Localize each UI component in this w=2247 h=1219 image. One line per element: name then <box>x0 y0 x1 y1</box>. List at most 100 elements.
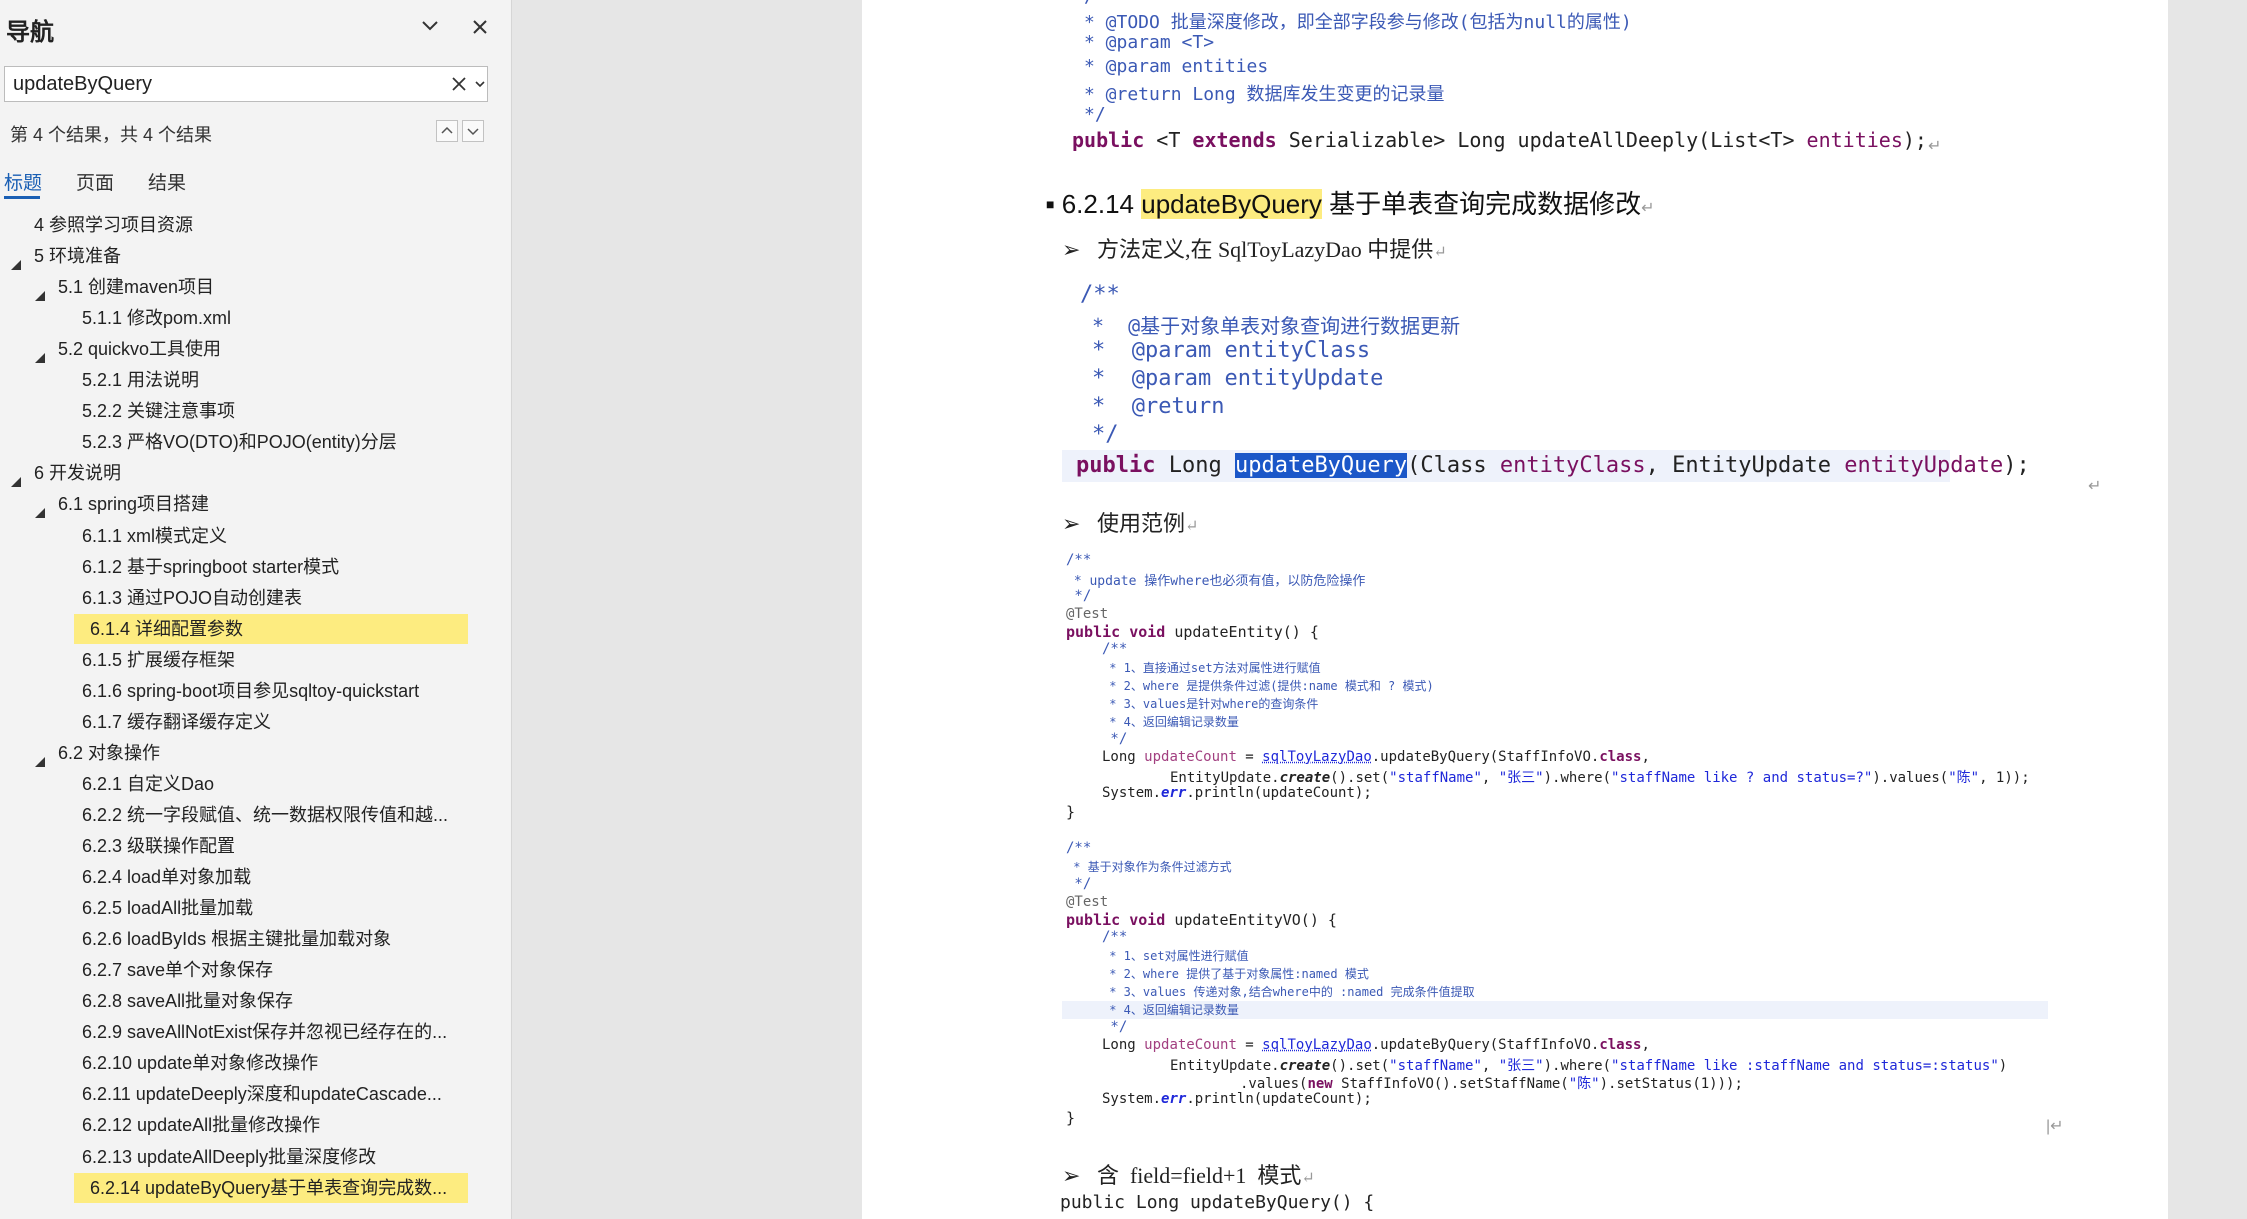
keyword: new <box>1307 1076 1333 1092</box>
outline-item[interactable]: 6.2.3 级联操作配置 <box>0 831 480 861</box>
field-reference: sqlToyLazyDao <box>1262 1037 1372 1053</box>
previous-result-button[interactable] <box>436 120 458 142</box>
outline-item[interactable]: 6.2.5 loadAll批量加载 <box>0 893 480 923</box>
code-line: public Long updateByQuery() { <box>1060 1192 1375 1213</box>
keyword: class <box>1599 1037 1642 1053</box>
code-line: / <box>1084 0 1095 7</box>
code-text: = <box>1236 1037 1263 1053</box>
outline-item-label: 6.2.7 save单个对象保存 <box>82 960 274 980</box>
paragraph-mark: ↵ <box>1301 1170 1315 1187</box>
code-comment: * 3、values是针对where的查询条件 <box>1102 697 1319 711</box>
string-literal: "staffName like ? and status=?" <box>1611 770 1873 786</box>
field-reference: err <box>1161 1091 1187 1107</box>
bullet-text: 使用范例 <box>1096 511 1185 536</box>
code-line: Long updateCount = sqlToyLazyDao.updateB… <box>1102 1037 1650 1053</box>
string-literal: "陈" <box>1568 1076 1600 1092</box>
outline-item[interactable]: 6.2.1 自定义Dao <box>0 769 480 799</box>
chevron-down-icon <box>467 128 479 136</box>
outline-item[interactable]: 6.1.4 详细配置参数 <box>74 614 468 644</box>
expand-caret-icon[interactable] <box>34 747 46 767</box>
expand-caret-icon[interactable] <box>34 343 46 363</box>
arrow-bullet-icon: ➢ <box>1062 237 1081 262</box>
search-options-chevron-icon[interactable] <box>473 74 487 94</box>
close-icon[interactable] <box>462 12 498 42</box>
string-literal: "陈" <box>1948 770 1980 786</box>
outline-item[interactable]: 5.2.1 用法说明 <box>0 365 480 395</box>
code-text: Serializable> Long updateAllDeeply(List<… <box>1276 128 1807 152</box>
outline-item[interactable]: 6.2.10 update单对象修改操作 <box>0 1048 480 1078</box>
outline-item[interactable]: 5.2.2 关键注意事项 <box>0 396 480 426</box>
selected-search-match: updateByQuery <box>1234 453 1408 478</box>
outline-item[interactable]: 6.2.9 saveAllNotExist保存并忽视已经存在的... <box>0 1017 480 1047</box>
outline-item[interactable]: 5.1.1 修改pom.xml <box>0 303 480 333</box>
tab-results[interactable]: 结果 <box>148 168 186 195</box>
expand-caret-icon[interactable] <box>10 467 22 487</box>
code-comment: * 2、where 提供了基于对象属性:named 模式 <box>1102 967 1369 981</box>
heading-number: 6.2.14 <box>1061 189 1134 219</box>
code-comment: * 1、直接通过set方法对属性进行赋值 <box>1102 661 1321 675</box>
chevron-down-icon[interactable] <box>412 12 448 42</box>
expand-caret-icon[interactable] <box>34 498 46 518</box>
parameter: entityClass <box>1499 453 1646 478</box>
outline-item[interactable]: 6.2.13 updateAllDeeply批量深度修改 <box>0 1142 480 1172</box>
expand-caret-icon[interactable] <box>10 250 22 270</box>
code-text: updateEntityVO() { <box>1165 911 1337 929</box>
outline-item[interactable]: 6.2.11 updateDeeply深度和updateCascade... <box>0 1079 480 1109</box>
outline-item[interactable]: 6.2.8 saveAll批量对象保存 <box>0 986 480 1016</box>
code-text: (Class <box>1407 453 1500 478</box>
outline-item[interactable]: 5 环境准备 <box>0 241 480 271</box>
next-result-button[interactable] <box>462 120 484 142</box>
search-input[interactable] <box>13 71 433 97</box>
code-comment: * @return Long 数据库发生变更的记录量 <box>1084 84 1445 105</box>
outline-item[interactable]: 6 开发说明 <box>0 458 480 488</box>
outline-item[interactable]: 6.2 对象操作 <box>0 738 480 768</box>
code-comment: * @return <box>1092 394 1225 419</box>
code-comment: * @TODO 批量深度修改，即全部字段参与修改(包括为null的属性) <box>1084 12 1632 33</box>
outline-item[interactable]: 6.1.5 扩展缓存框架 <box>0 645 480 675</box>
outline-item[interactable]: 5.1 创建maven项目 <box>0 272 480 302</box>
outline-item[interactable]: 6.2.14 updateByQuery基于单表查询完成数... <box>74 1173 468 1203</box>
code-comment: * 2、where 是提供条件过滤(提供:name 模式和 ? 模式) <box>1102 679 1434 693</box>
outline-item[interactable]: 5.2.3 严格VO(DTO)和POJO(entity)分层 <box>0 427 480 457</box>
outline-item[interactable]: 6.1.1 xml模式定义 <box>0 521 480 551</box>
outline-item[interactable]: 5.2 quickvo工具使用 <box>0 334 480 364</box>
outline-item[interactable]: 4 参照学习项目资源 <box>0 210 480 240</box>
outline-item[interactable]: 6.1.7 缓存翻译缓存定义 <box>0 707 480 737</box>
expand-caret-icon[interactable] <box>34 281 46 301</box>
outline-item-label: 6.2.14 updateByQuery基于单表查询完成数... <box>90 1178 448 1198</box>
string-literal: "staffName" <box>1389 770 1482 786</box>
code-text: , EntityUpdate <box>1645 453 1845 478</box>
code-comment: /** <box>1080 282 1120 307</box>
outline-item[interactable]: 6.2.12 updateAll批量修改操作 <box>0 1110 480 1140</box>
outline-item[interactable]: 6.1.2 基于springboot starter模式 <box>0 552 480 582</box>
outline-item-label: 6.2.1 自定义Dao <box>82 774 215 794</box>
outline-item[interactable]: 6.1.6 spring-boot项目参见sqltoy-quickstart <box>0 676 480 706</box>
code-text: ).where( <box>1543 1058 1612 1074</box>
code-text: EntityUpdate. <box>1170 770 1280 786</box>
outline-item[interactable]: 6.2.2 统一字段赋值、统一数据权限传值和越... <box>0 800 480 830</box>
code-text: Long <box>1102 1037 1145 1053</box>
outline-item[interactable]: 6.2.6 loadByIds 根据主键批量加载对象 <box>0 924 480 954</box>
code-signature: public void updateEntity() { <box>1066 623 1319 641</box>
outline-item[interactable]: 6.1 spring项目搭建 <box>0 489 480 519</box>
tab-pages[interactable]: 页面 <box>76 168 114 195</box>
code-text: .updateByQuery(StaffInfoVO. <box>1371 1037 1600 1053</box>
heading-bullet-icon: ■ <box>1046 196 1055 212</box>
outline-item-label: 6.2.3 级联操作配置 <box>82 836 236 856</box>
clear-search-icon[interactable] <box>449 74 469 94</box>
outline-item-label: 6.2.2 统一字段赋值、统一数据权限传值和越... <box>82 805 449 825</box>
outline-item[interactable]: 6.1.3 通过POJO自动创建表 <box>0 583 480 613</box>
outline-item[interactable]: 6.2.7 save单个对象保存 <box>0 955 480 985</box>
tab-headings[interactable]: 标题 <box>4 168 42 195</box>
outline-item[interactable]: 6.2.4 load单对象加载 <box>0 862 480 892</box>
chevron-up-icon <box>441 126 453 134</box>
outline-item-label: 6.2.9 saveAllNotExist保存并忽视已经存在的... <box>82 1022 448 1042</box>
code-comment: * @param <T> <box>1084 32 1215 53</box>
code-text: ).where( <box>1543 770 1612 786</box>
paragraph-mark: ↵ <box>1184 518 1199 535</box>
code-comment: * 1、set对属性进行赋值 <box>1102 949 1249 963</box>
nav-header: 导航 <box>0 0 512 54</box>
search-match-highlight: updateByQuery <box>1141 189 1322 219</box>
code-text: updateEntity() { <box>1165 623 1319 641</box>
keyword: public <box>1076 453 1156 478</box>
